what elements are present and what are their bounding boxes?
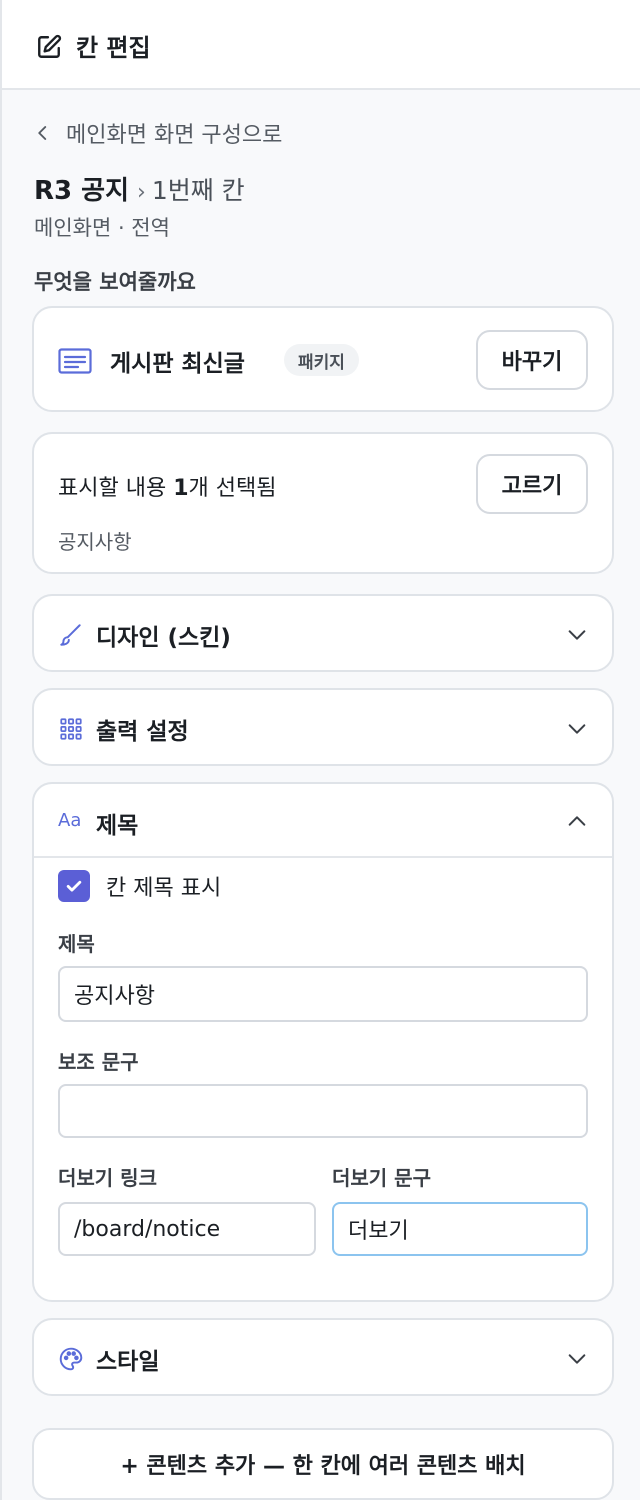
choose-content-button[interactable]: 고르기 (476, 454, 588, 514)
show-title-checkbox[interactable] (58, 870, 90, 902)
accordion-output-title: 출력 설정 (96, 719, 189, 745)
more-text-field-label: 더보기 문구 (332, 1166, 431, 1190)
show-title-label: 칸 제목 표시 (106, 876, 222, 901)
breadcrumb-slot: 1번째 칸 (151, 176, 245, 205)
breadcrumb-name: R3 공지 (34, 176, 130, 206)
check-icon (66, 880, 82, 892)
content-section-label: 무엇을 보여줄까요 (34, 270, 196, 294)
slot-location: 메인화면 · 전역 (34, 216, 170, 240)
subtitle-field-label: 보조 문구 (58, 1050, 139, 1074)
palette-icon (59, 1347, 83, 1371)
back-link[interactable]: 메인화면 화면 구성으로 (34, 116, 282, 150)
breadcrumb-separator: › (137, 180, 146, 205)
selection-summary: 표시할 내용 1개 선택됨 (58, 476, 277, 501)
text-size-icon: Aa (58, 810, 82, 831)
chevron-down-icon (568, 1354, 586, 1364)
more-link-field-label: 더보기 링크 (58, 1166, 157, 1190)
show-title-row[interactable]: 칸 제목 표시 (58, 870, 221, 902)
chevron-left-icon (38, 126, 47, 140)
title-field-label: 제목 (58, 932, 95, 956)
accordion-style[interactable]: 스타일 (32, 1318, 614, 1396)
content-source-title: 게시판 최신글 (110, 351, 245, 377)
subtitle-input[interactable] (58, 1084, 588, 1138)
more-link-input[interactable]: /board/notice (58, 1202, 316, 1256)
accordion-title: Aa 제목 칸 제목 표시 제목 공지사항 보조 문구 더보기 링크 /boar… (32, 782, 614, 1302)
accordion-style-title: 스타일 (96, 1349, 160, 1375)
edit-slot-panel: 칸 편집 메인화면 화면 구성으로 R3 공지 › 1번째 칸 메인화면 · 전역 … (0, 0, 640, 1500)
edit-icon (38, 34, 62, 58)
accordion-design-title: 디자인 (스킨) (96, 625, 231, 651)
content-source-card: 게시판 최신글 패키지 바꾸기 (32, 306, 614, 412)
back-link-label: 메인화면 화면 구성으로 (66, 123, 283, 148)
chevron-down-icon (568, 724, 586, 734)
change-source-button[interactable]: 바꾸기 (476, 330, 588, 390)
add-content-button[interactable]: + 콘텐츠 추가 — 한 칸에 여러 콘텐츠 배치 (32, 1428, 614, 1500)
title-input[interactable]: 공지사항 (58, 966, 588, 1022)
accordion-title-header[interactable]: Aa 제목 (34, 784, 612, 858)
brush-icon (60, 624, 81, 646)
chevron-up-icon (568, 816, 586, 826)
breadcrumb: R3 공지 › 1번째 칸 (34, 170, 245, 207)
grid-icon (60, 718, 82, 740)
package-badge: 패키지 (284, 344, 359, 376)
more-text-input[interactable]: 더보기 (332, 1202, 588, 1256)
content-selection-card: 표시할 내용 1개 선택됨 공지사항 고르기 (32, 432, 614, 574)
accordion-title-title: 제목 (96, 813, 139, 839)
board-list-icon (58, 348, 92, 374)
panel-title: 칸 편집 (76, 34, 151, 62)
selection-count: 1 (173, 476, 189, 501)
panel-header: 칸 편집 (2, 0, 640, 90)
accordion-output[interactable]: 출력 설정 (32, 688, 614, 766)
accordion-design[interactable]: 디자인 (스킨) (32, 594, 614, 672)
chevron-down-icon (568, 630, 586, 640)
selected-item: 공지사항 (58, 530, 132, 554)
